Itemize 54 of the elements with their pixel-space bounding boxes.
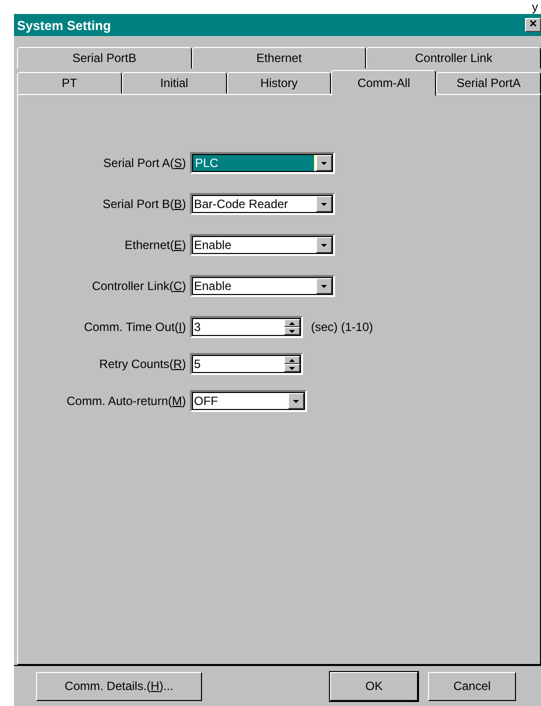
spin-field[interactable]: 5 [190,353,303,375]
tab[interactable]: Controller Link [366,47,541,69]
dropdown-value: Bar-Code Reader [193,196,290,212]
spin-up-button[interactable] [284,356,300,364]
field-label: Comm. Auto-return(M) [66,394,187,408]
tab[interactable]: Serial PortB [17,47,192,69]
dropdown-button[interactable] [316,237,332,253]
dropdown-button[interactable] [288,393,304,409]
field-label: Serial Port A(S) [102,156,187,170]
tab[interactable]: Serial PortA [436,72,541,94]
field-label: Comm. Time Out(I) [82,320,187,334]
down-arrow-icon [289,366,295,370]
up-arrow-icon [289,358,295,362]
field-label: Controller Link(C) [90,279,187,293]
dropdown-value: OFF [193,393,219,409]
dialog-button[interactable]: Cancel [428,672,516,700]
dropdown-button[interactable] [316,155,332,171]
tab[interactable]: Ethernet [192,47,366,69]
tab[interactable]: Initial [122,72,227,94]
background-text: y [532,0,538,14]
tab[interactable]: Comm-All [331,70,436,96]
spin-up-button[interactable] [284,319,300,327]
dropdown-value: PLC [193,155,314,171]
field-label: Retry Counts(R) [98,357,187,371]
tab[interactable]: PT [17,72,122,94]
dropdown[interactable]: PLC [190,152,335,174]
down-arrow-icon [289,330,295,332]
dropdown[interactable]: OFF [190,390,307,412]
dialog-button[interactable]: Comm. Details.(H)... [36,672,202,700]
close-button[interactable]: ✕ [525,18,541,32]
unit-label: (sec) (1-10) [311,320,374,334]
caret-icon [321,244,327,246]
caret-icon [321,202,327,206]
tab[interactable]: History [226,72,332,94]
dropdown-button[interactable] [316,196,332,212]
window-title: System Setting [17,18,111,32]
dropdown-value: Enable [193,278,232,294]
field-value: 3 [193,319,202,335]
spin-field[interactable]: 3 [190,316,303,338]
field-label: Ethernet(E) [124,238,187,252]
field-value: 5 [193,356,202,372]
caret-icon [321,162,327,164]
dropdown-button[interactable] [316,278,332,294]
spin-down-button[interactable] [284,327,300,335]
caret-icon [321,284,327,288]
spin-down-button[interactable] [284,364,300,372]
caret-icon [293,400,299,402]
dropdown[interactable]: Enable [190,275,335,297]
field-label: Serial Port B(B) [102,197,187,211]
up-arrow-icon [289,322,295,324]
dropdown[interactable]: Bar-Code Reader [190,193,335,215]
dropdown-value: Enable [193,237,232,253]
dialog-button[interactable]: OK [330,672,418,700]
dropdown[interactable]: Enable [190,234,335,256]
